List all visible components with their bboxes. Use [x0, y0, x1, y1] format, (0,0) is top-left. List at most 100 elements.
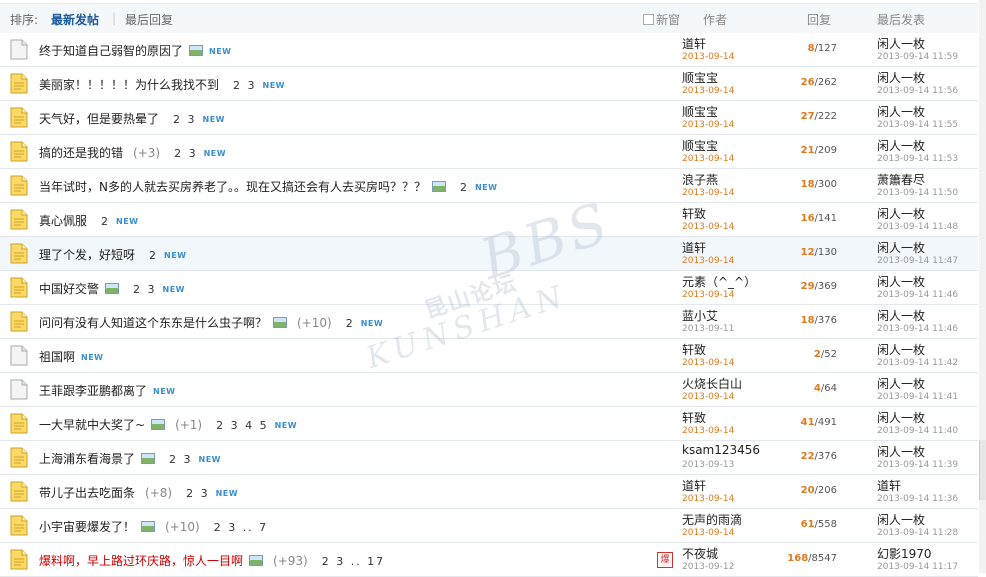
page-links[interactable]: 2 3 [233, 79, 257, 92]
new-window-toggle[interactable]: 新窗 [643, 11, 680, 28]
thread-row[interactable]: 当年试时，N多的人就去买房养老了。。现在又搞还会有人去买房吗？？？ 2 NEW 浪子燕… [0, 169, 978, 203]
thread-title-link[interactable]: 搞的还是我的错 [39, 146, 123, 160]
page-links[interactable]: 2 [460, 181, 469, 194]
last-post-author-link[interactable]: 闲人一枚 [877, 273, 925, 290]
thread-title-link[interactable]: 当年试时，N多的人就去买房养老了。。现在又搞还会有人去买房吗？？？ [39, 180, 426, 194]
thread-row[interactable]: 终于知道自己弱智的原因了 NEW 道轩 2013-09-14 8/127 闲人一枚 2013… [0, 33, 978, 67]
thread-row[interactable]: 爆料啊，早上路过环庆路，惊人一目啊 (+93) 2 3 .. 17 爆不夜城 2013-… [0, 543, 978, 577]
new-window-checkbox[interactable] [643, 14, 654, 25]
thread-row[interactable]: 美丽家！！！！！为什么我找不到 2 3 NEW 顺宝宝 2013-09-14 26/262… [0, 67, 978, 101]
last-post-date-link[interactable]: 2013-09-14 11:39 [877, 460, 958, 470]
thread-title-link[interactable]: 真心佩服 [39, 214, 87, 228]
thread-title-link[interactable]: 祖国啊 [39, 350, 75, 364]
thread-row[interactable]: 小宇宙要爆发了！ (+10) 2 3 .. 7 无声的雨滴 2013-09-14 61/5… [0, 509, 978, 543]
thread-row[interactable]: 中国好交警 2 3 NEW 元素（^_^） 2013-09-14 29/369 闲人一枚 20… [0, 271, 978, 305]
last-post-author-link[interactable]: 闲人一枚 [877, 307, 925, 324]
sort-newest-link[interactable]: 最新发帖 [51, 11, 99, 28]
last-post-author-link[interactable]: 萧簫春尽 [877, 171, 925, 188]
page-links[interactable]: 2 [346, 317, 355, 330]
last-post-author-link[interactable]: 闲人一枚 [877, 375, 925, 392]
page-links[interactable]: 2 3 .. 7 [214, 521, 268, 534]
thread-author-link[interactable]: 无声的雨滴 [682, 511, 742, 528]
last-post-author-link[interactable]: 闲人一枚 [877, 103, 925, 120]
last-post-date-link[interactable]: 2013-09-14 11:36 [877, 494, 958, 504]
last-post-author-link[interactable]: 闲人一枚 [877, 443, 925, 460]
last-post-author-link[interactable]: 闲人一枚 [877, 69, 925, 86]
last-post-author-link[interactable]: 闲人一枚 [877, 511, 925, 528]
last-post-author-link[interactable]: 闲人一枚 [877, 137, 925, 154]
last-post-author-link[interactable]: 闲人一枚 [877, 35, 925, 52]
thread-author-link[interactable]: 顺宝宝 [682, 103, 718, 120]
thread-author-link[interactable]: 火烧长白山 [682, 375, 742, 392]
last-post-author-link[interactable]: 幻影1970 [877, 545, 932, 562]
thread-title-link[interactable]: 带儿子出去吃面条 [39, 486, 135, 500]
thread-row[interactable]: 理了个发，好短呀 2 NEW 道轩 2013-09-14 12/130 闲人一枚 2013-0… [0, 237, 978, 271]
last-post-date-link[interactable]: 2013-09-14 11:59 [877, 52, 958, 62]
page-links[interactable]: 2 [149, 249, 158, 262]
last-post-date-link[interactable]: 2013-09-14 11:47 [877, 256, 958, 266]
sort-last-reply-link[interactable]: 最后回复 [125, 11, 173, 28]
page-links[interactable]: 2 3 .. 17 [322, 555, 385, 568]
thread-title-link[interactable]: 中国好交警 [39, 282, 99, 296]
thread-row[interactable]: 问问有没有人知道这个东东是什么虫子啊？ (+10) 2 NEW 蓝小艾 2013-09-1… [0, 305, 978, 339]
last-post-date-link[interactable]: 2013-09-14 11:42 [877, 358, 958, 368]
thread-row[interactable]: 天气好，但是要热晕了 2 3 NEW 顺宝宝 2013-09-14 27/222 闲人一枚 2… [0, 101, 978, 135]
last-post-author-link[interactable]: 道轩 [877, 477, 901, 494]
thread-title-link[interactable]: 天气好，但是要热晕了 [39, 112, 159, 126]
page-links[interactable]: 2 3 [169, 453, 193, 466]
page-links[interactable]: 2 [101, 215, 110, 228]
thread-author-link[interactable]: 轩致 [682, 341, 706, 358]
last-post-author-link[interactable]: 闲人一枚 [877, 409, 925, 426]
page-links[interactable]: 2 3 4 5 [216, 419, 268, 432]
thread-title-link[interactable]: 王菲跟李亚鹏都离了 [39, 384, 147, 398]
thread-title-link[interactable]: 一大早就中大奖了~ [39, 418, 145, 432]
thread-row[interactable]: 上海浦东看海景了 2 3 NEW ksam123456 2013-09-13 22/376… [0, 441, 978, 475]
scrollbar-thumb[interactable] [979, 440, 986, 500]
last-post-date-link[interactable]: 2013-09-14 11:55 [877, 120, 958, 130]
thread-title-link[interactable]: 爆料啊，早上路过环庆路，惊人一目啊 [39, 554, 243, 568]
last-post-date-link[interactable]: 2013-09-14 11:56 [877, 86, 958, 96]
thread-author-link[interactable]: 浪子燕 [682, 171, 718, 188]
thread-author-link[interactable]: 元素（^_^） [682, 273, 756, 290]
last-post-date-link[interactable]: 2013-09-14 11:17 [877, 562, 958, 572]
thread-author-link[interactable]: 道轩 [682, 477, 706, 494]
thread-author-link[interactable]: 轩致 [682, 409, 706, 426]
last-post-date-link[interactable]: 2013-09-14 11:50 [877, 188, 958, 198]
thread-row[interactable]: 带儿子出去吃面条 (+8) 2 3 NEW 道轩 2013-09-14 20/206 道轩 20… [0, 475, 978, 509]
last-post-date-link[interactable]: 2013-09-14 11:28 [877, 528, 958, 538]
last-post-date-link[interactable]: 2013-09-14 11:46 [877, 324, 958, 334]
thread-row[interactable]: 搞的还是我的错 (+3) 2 3 NEW 顺宝宝 2013-09-14 21/209 闲人一枚… [0, 135, 978, 169]
thread-author-link[interactable]: 顺宝宝 [682, 137, 718, 154]
last-post-date-link[interactable]: 2013-09-14 11:46 [877, 290, 958, 300]
thread-row[interactable]: 祖国啊 NEW 轩致 2013-09-14 2/52 闲人一枚 2013-09-14 11:… [0, 339, 978, 373]
thread-title-link[interactable]: 理了个发，好短呀 [39, 248, 135, 262]
last-post-author-link[interactable]: 闲人一枚 [877, 239, 925, 256]
page-links[interactable]: 2 3 [186, 487, 210, 500]
last-post-author-link[interactable]: 闲人一枚 [877, 341, 925, 358]
last-post-author-link[interactable]: 闲人一枚 [877, 205, 925, 222]
thread-title-link[interactable]: 小宇宙要爆发了！ [39, 520, 135, 534]
thread-title-line: 王菲跟李亚鹏都离了 NEW [39, 382, 176, 399]
last-post-date-link[interactable]: 2013-09-14 11:41 [877, 392, 958, 402]
page-links[interactable]: 2 3 [173, 113, 197, 126]
thread-row[interactable]: 王菲跟李亚鹏都离了 NEW 火烧长白山 2013-09-14 4/64 闲人一枚 2013-… [0, 373, 978, 407]
thread-author-link[interactable]: ksam123456 [682, 443, 760, 457]
last-post-date-link[interactable]: 2013-09-14 11:40 [877, 426, 958, 436]
thread-author-link[interactable]: 道轩 [682, 239, 706, 256]
thread-author-link[interactable]: 蓝小艾 [682, 307, 718, 324]
last-post-date-link[interactable]: 2013-09-14 11:53 [877, 154, 958, 164]
thread-title-link[interactable]: 终于知道自己弱智的原因了 [39, 44, 183, 58]
thread-author-link[interactable]: 不夜城 [682, 545, 718, 562]
thread-title-link[interactable]: 上海浦东看海景了 [39, 452, 135, 466]
new-badge: NEW [474, 183, 498, 192]
page-links[interactable]: 2 3 [133, 283, 157, 296]
thread-author-link[interactable]: 顺宝宝 [682, 69, 718, 86]
page-links[interactable]: 2 3 [174, 147, 198, 160]
last-post-date-link[interactable]: 2013-09-14 11:48 [877, 222, 958, 232]
thread-row[interactable]: 一大早就中大奖了~ (+1) 2 3 4 5 NEW 轩致 2013-09-14 41/49… [0, 407, 978, 441]
thread-row[interactable]: 真心佩服 2 NEW 轩致 2013-09-14 16/141 闲人一枚 2013-09-14… [0, 203, 978, 237]
thread-author-link[interactable]: 道轩 [682, 35, 706, 52]
thread-title-link[interactable]: 美丽家！！！！！为什么我找不到 [39, 78, 219, 92]
thread-author-link[interactable]: 轩致 [682, 205, 706, 222]
thread-title-link[interactable]: 问问有没有人知道这个东东是什么虫子啊？ [39, 316, 267, 330]
